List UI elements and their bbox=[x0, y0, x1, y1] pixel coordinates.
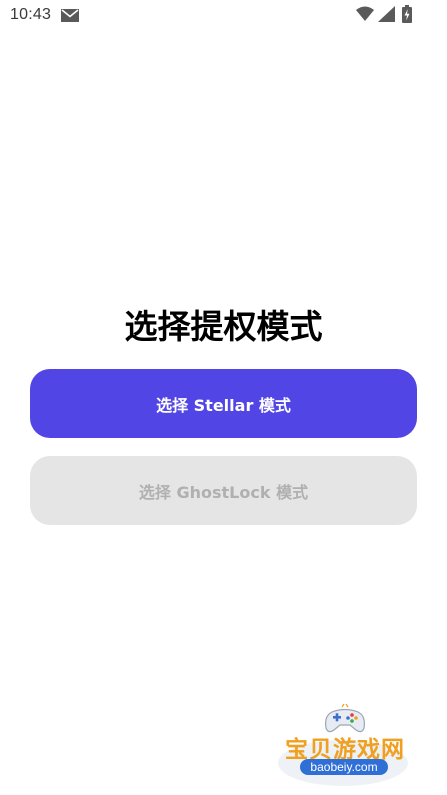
signal-icon bbox=[378, 6, 395, 22]
app-screen: 10:43 选择提权模式 选择 Stellar 模式 选择 GhostLock … bbox=[0, 0, 447, 795]
status-time: 10:43 bbox=[10, 6, 52, 23]
ghostlock-mode-button[interactable]: 选择 GhostLock 模式 bbox=[30, 456, 417, 525]
watermark-logo: 宝贝游戏网 baobeiy.com bbox=[270, 700, 420, 792]
wifi-icon bbox=[356, 6, 374, 21]
stellar-mode-button[interactable]: 选择 Stellar 模式 bbox=[30, 369, 417, 438]
battery-icon bbox=[402, 5, 412, 23]
mail-icon bbox=[61, 9, 79, 22]
watermark-url: baobeiy.com bbox=[300, 759, 388, 775]
page-title: 选择提权模式 bbox=[124, 307, 323, 346]
status-bar: 10:43 bbox=[0, 0, 447, 30]
